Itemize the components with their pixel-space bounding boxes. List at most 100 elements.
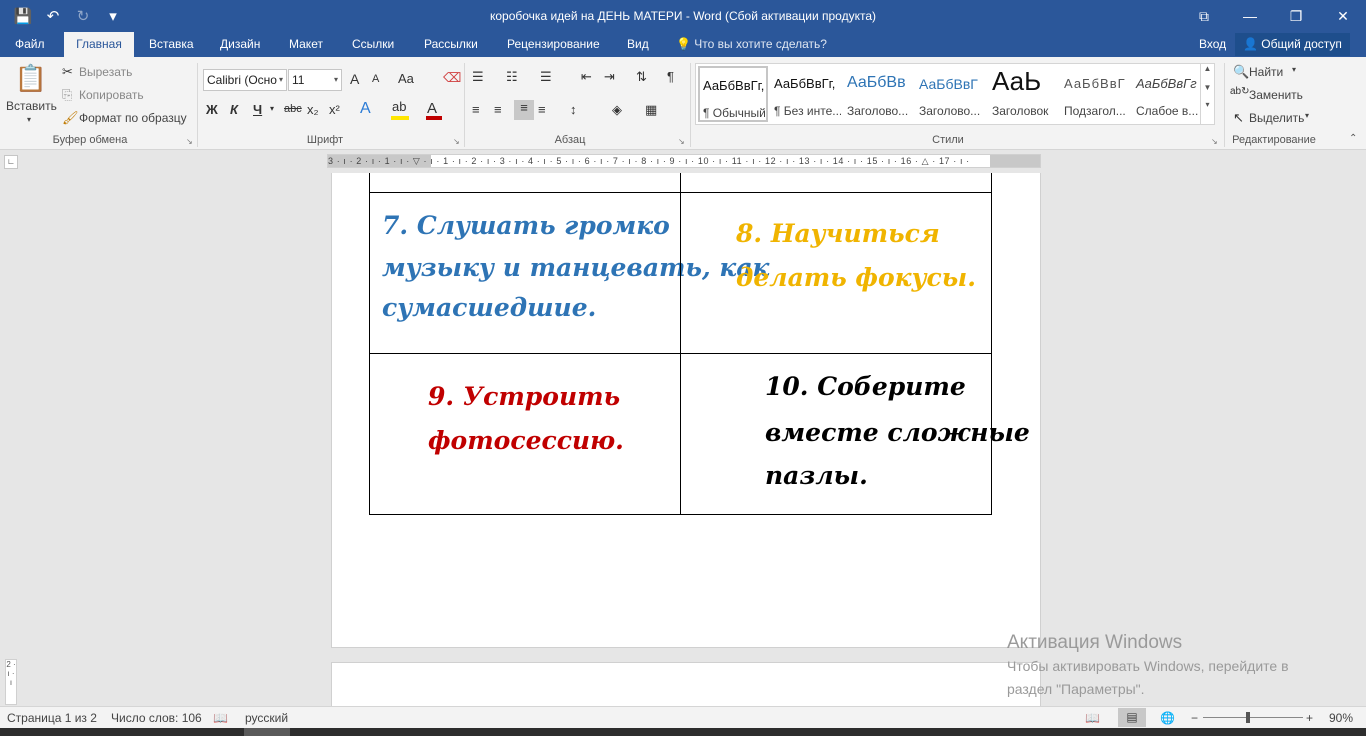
justify-icon[interactable]: ≡ <box>538 102 546 117</box>
paste-icon[interactable]: 📋 <box>14 63 48 99</box>
italic-button[interactable]: К <box>230 102 238 117</box>
restore-button[interactable]: ❐ <box>1273 0 1319 32</box>
style-no-spacing[interactable]: АаБбВвГг, ¶ Без инте... <box>771 66 841 122</box>
table-cell-7[interactable]: 7. Слушать громко музыку и танцевать, ка… <box>369 192 769 354</box>
tab-mailings[interactable]: Рассылки <box>414 32 488 57</box>
tab-view[interactable]: Вид <box>617 32 659 57</box>
change-case-button[interactable]: Aa <box>398 71 414 86</box>
paragraph-launcher-icon[interactable]: ↘ <box>678 137 685 146</box>
shrink-font-button[interactable]: A <box>372 73 379 85</box>
chevron-down-icon[interactable]: ▼ <box>1201 83 1214 92</box>
font-size-combo[interactable]: 11 ▾ <box>288 69 342 91</box>
tab-selector-icon[interactable]: ∟ <box>4 155 18 169</box>
document-area[interactable]: 2 · ı · ı 7. Слушать громко музыку и тан… <box>0 173 1366 706</box>
read-mode-icon[interactable]: 📖 <box>1085 711 1100 725</box>
zoom-slider-thumb[interactable] <box>1246 712 1250 723</box>
table-cell-8[interactable]: 8. Научиться делать фокусы. <box>680 192 992 354</box>
sort-icon[interactable]: ⇅ <box>636 69 647 85</box>
select-button[interactable]: Выделить <box>1249 111 1304 125</box>
style-subtle-emphasis[interactable]: АаБбВвГг Слабое в... <box>1133 66 1203 122</box>
page[interactable] <box>331 662 1041 706</box>
style-preview: АаБбВвГг <box>1136 76 1197 91</box>
align-left-icon[interactable]: ≡ <box>472 102 480 117</box>
line-spacing-icon[interactable]: ↕ <box>570 102 577 117</box>
strikethrough-button[interactable]: abc <box>284 103 302 115</box>
font-name-combo[interactable]: Calibri (Осно ▾ <box>203 69 287 91</box>
borders-icon[interactable]: ▦ <box>645 102 657 118</box>
bold-button[interactable]: Ж <box>206 102 218 117</box>
subscript-button[interactable]: x₂ <box>307 102 319 117</box>
minimize-button[interactable]: — <box>1227 0 1273 32</box>
sign-in-link[interactable]: Вход <box>1199 32 1226 57</box>
horizontal-ruler[interactable]: 3 · ı · 2 · ı · 1 · ı · ▽ · ı · 1 · ı · … <box>327 154 1041 168</box>
style-name: ¶ Без инте... <box>774 104 841 118</box>
bullets-icon[interactable]: ☰ <box>472 69 484 85</box>
zoom-out-button[interactable]: − <box>1191 711 1198 725</box>
font-color-icon[interactable]: A <box>427 100 437 117</box>
increase-indent-icon[interactable]: ⇥ <box>604 69 615 85</box>
tab-review[interactable]: Рецензирование <box>497 32 610 57</box>
numbering-icon[interactable]: ☷ <box>506 69 518 85</box>
tab-references[interactable]: Ссылки <box>342 32 404 57</box>
font-name-value: Calibri (Осно <box>207 73 277 87</box>
clipboard-launcher-icon[interactable]: ↘ <box>186 137 193 146</box>
page-count[interactable]: Страница 1 из 2 <box>7 711 97 725</box>
zoom-in-button[interactable]: + <box>1306 711 1313 725</box>
style-heading2[interactable]: АаБбВвГ Заголово... <box>916 66 986 122</box>
chevron-down-icon[interactable]: ▾ <box>1305 111 1309 120</box>
word-count[interactable]: Число слов: 106 <box>111 711 202 725</box>
close-button[interactable]: ✕ <box>1320 0 1366 32</box>
table-cell-9[interactable]: 9. Устроить фотосессию. <box>369 353 681 515</box>
chevron-down-icon[interactable]: ▾ <box>270 104 274 113</box>
text-effects-icon[interactable]: A <box>360 100 371 118</box>
ribbon-display-options-icon[interactable]: ⧉ <box>1181 0 1227 32</box>
font-launcher-icon[interactable]: ↘ <box>453 137 460 146</box>
shading-icon[interactable]: ◈ <box>612 102 622 118</box>
find-button[interactable]: Найти <box>1249 65 1283 79</box>
paste-button[interactable]: Вставить <box>6 99 57 113</box>
tab-file[interactable]: Файл <box>5 32 55 57</box>
styles-scroll[interactable]: ▲ ▼ ▾ <box>1200 64 1214 124</box>
highlight-icon[interactable]: ab <box>392 99 406 114</box>
tab-home[interactable]: Главная <box>64 32 134 57</box>
tab-design[interactable]: Дизайн <box>210 32 270 57</box>
table-cell[interactable] <box>680 173 992 193</box>
superscript-button[interactable]: x² <box>329 102 340 117</box>
decrease-indent-icon[interactable]: ⇤ <box>581 69 592 85</box>
underline-button[interactable]: Ч <box>253 102 262 117</box>
chevron-down-icon[interactable]: ▾ <box>1292 65 1296 74</box>
zoom-level[interactable]: 90% <box>1329 711 1353 725</box>
style-heading1[interactable]: АаБбВв Заголово... <box>844 66 914 122</box>
chevron-up-icon[interactable]: ▲ <box>1201 64 1214 73</box>
more-styles-icon[interactable]: ▾ <box>1201 100 1214 109</box>
web-layout-icon[interactable]: 🌐 <box>1160 711 1175 725</box>
share-button[interactable]: 👤 Общий доступ <box>1235 33 1350 56</box>
style-normal[interactable]: АаБбВвГг, ¶ Обычный <box>698 66 768 122</box>
proofing-icon[interactable]: 📖 <box>213 711 228 725</box>
styles-launcher-icon[interactable]: ↘ <box>1211 137 1218 146</box>
grow-font-button[interactable]: A <box>350 71 359 87</box>
clear-formatting-icon[interactable]: ⌫ <box>443 70 461 86</box>
page[interactable]: 7. Слушать громко музыку и танцевать, ка… <box>331 173 1041 648</box>
paste-dropdown-icon[interactable]: ▾ <box>27 115 31 124</box>
zoom-slider[interactable] <box>1203 717 1303 718</box>
table-cell[interactable] <box>369 173 681 193</box>
replace-button[interactable]: Заменить <box>1249 88 1303 102</box>
tab-layout[interactable]: Макет <box>279 32 333 57</box>
style-title[interactable]: АаЬ Заголовок <box>989 66 1059 122</box>
taskbar-active-item[interactable] <box>244 728 290 736</box>
align-center-icon[interactable]: ≡ <box>494 102 502 117</box>
format-painter-button[interactable]: Формат по образцу <box>79 111 187 125</box>
style-subtitle[interactable]: АаБбВвГ Подзагол... <box>1061 66 1131 122</box>
cut-button[interactable]: Вырезать <box>79 65 132 79</box>
copy-button[interactable]: Копировать <box>79 88 144 102</box>
print-layout-icon[interactable]: ▤ <box>1118 708 1146 727</box>
multilevel-list-icon[interactable]: ☰ <box>540 69 552 85</box>
collapse-ribbon-icon[interactable]: ⌃ <box>1349 133 1357 144</box>
table-cell-10[interactable]: 10. Соберите вместе сложные пазлы. <box>680 353 1030 515</box>
tell-me-search[interactable]: 💡 Что вы хотите сделать? <box>676 32 827 57</box>
align-right-icon[interactable]: ≡ <box>514 100 534 120</box>
show-marks-icon[interactable]: ¶ <box>667 69 674 84</box>
language[interactable]: русский <box>245 711 288 725</box>
tab-insert[interactable]: Вставка <box>139 32 204 57</box>
